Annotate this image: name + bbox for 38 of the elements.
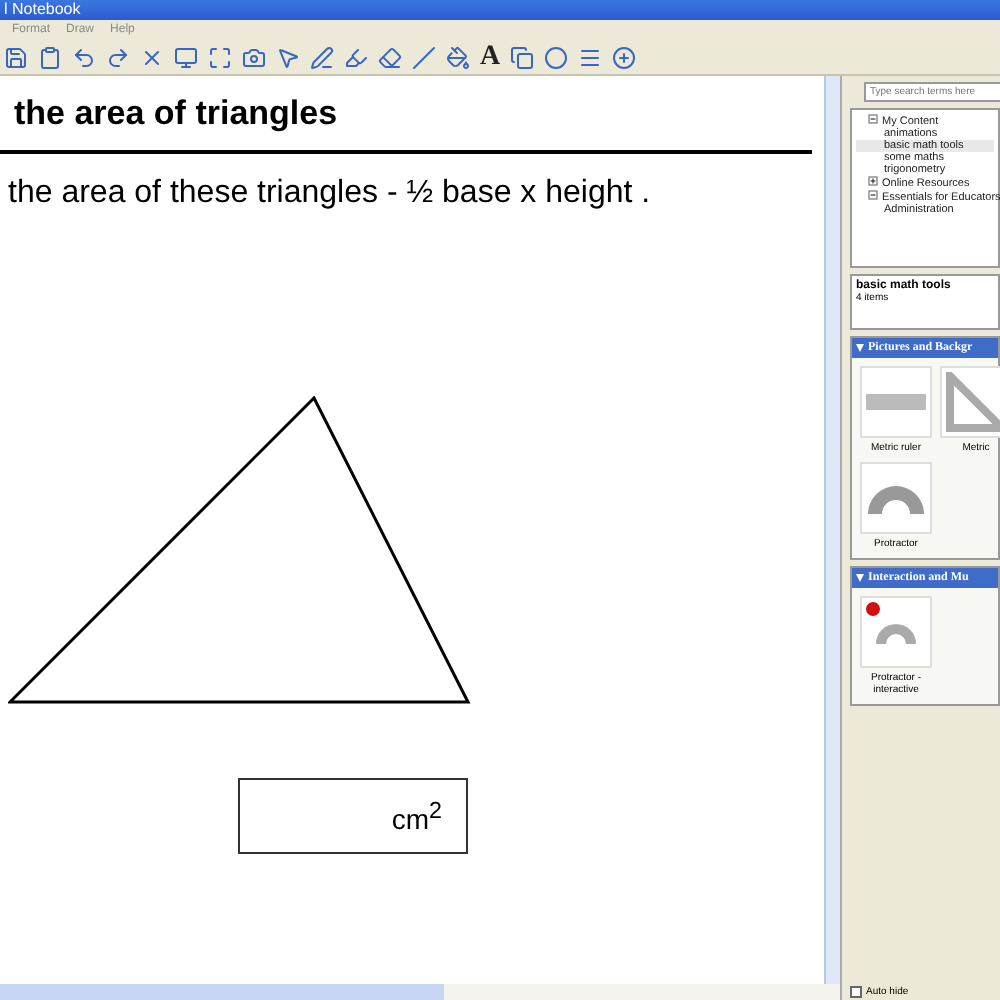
instruction-text: the area of these triangles - ½ base x height .: [6, 174, 653, 212]
vertical-scrollbar[interactable]: [824, 76, 840, 984]
window-title: l Notebook: [0, 0, 1000, 20]
line-icon[interactable]: [412, 45, 436, 69]
clipboard-icon[interactable]: [38, 45, 62, 69]
fullscreen-icon[interactable]: [208, 45, 232, 69]
monitor-icon[interactable]: [174, 45, 198, 69]
gallery-item[interactable]: [940, 366, 1000, 438]
undo-icon[interactable]: [72, 45, 96, 69]
page-title: the area of triangles: [0, 76, 812, 154]
pointer-icon[interactable]: [276, 45, 300, 69]
ruler-icon: [866, 394, 926, 410]
collapse-arrow-icon: [856, 574, 864, 582]
menu-icon[interactable]: [578, 45, 603, 69]
checkbox[interactable]: [850, 986, 862, 998]
collapse-icon[interactable]: [868, 114, 878, 124]
camera-icon[interactable]: [242, 45, 266, 69]
interactive-dot-icon: [866, 602, 880, 616]
delete-icon[interactable]: [140, 45, 164, 69]
pen-icon[interactable]: [310, 45, 334, 69]
collapse-icon[interactable]: [868, 190, 878, 200]
gallery-item[interactable]: [860, 462, 932, 534]
shape-icon[interactable]: [544, 45, 569, 69]
fill-icon[interactable]: [446, 45, 470, 69]
collapse-arrow-icon: [856, 344, 864, 352]
answer-box[interactable]: cm$^{2}$: [238, 778, 468, 854]
horizontal-scrollbar[interactable]: [0, 984, 840, 1000]
add-icon[interactable]: [612, 45, 637, 69]
copy-icon[interactable]: [510, 45, 535, 69]
highlighter-icon[interactable]: [344, 45, 368, 69]
eraser-icon[interactable]: [378, 45, 402, 69]
redo-icon[interactable]: [106, 45, 130, 69]
expand-icon[interactable]: [868, 176, 878, 186]
gallery-item[interactable]: [860, 596, 932, 668]
protractor-icon: [866, 482, 926, 514]
save-icon[interactable]: [4, 45, 28, 69]
text-tool[interactable]: A: [480, 41, 501, 73]
protractor-icon: [874, 620, 918, 644]
